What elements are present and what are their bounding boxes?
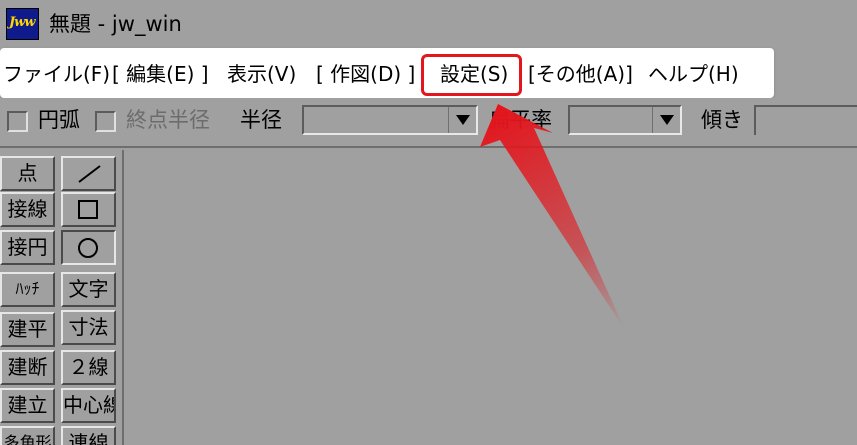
menu-edit[interactable]: [ 編集(E) ] [112, 61, 209, 87]
double-line-tool-button[interactable]: ２線 [61, 350, 116, 385]
center-line-tool-button[interactable]: 中心線 [61, 388, 116, 423]
tangent-circle-tool-button[interactable]: 接円 [0, 230, 55, 265]
dimension-tool-button[interactable]: 寸法 [61, 310, 116, 345]
tilt-label: 傾き [701, 108, 743, 132]
text-tool-button[interactable]: 文字 [61, 272, 116, 307]
circle-tool-button[interactable] [61, 230, 116, 265]
arc-checkbox[interactable] [7, 111, 28, 132]
menu-draw[interactable]: [ 作図(D) ] [316, 61, 415, 87]
drawing-canvas[interactable] [122, 150, 857, 445]
window-title: 無題 - jw_win [49, 12, 182, 36]
flatness-label: 扁平率 [489, 108, 552, 132]
chevron-down-icon [456, 115, 470, 125]
rectangle-tool-icon [78, 200, 98, 219]
building-section-tool-button[interactable]: 建断 [0, 350, 55, 385]
line-tool-button[interactable] [61, 156, 116, 191]
menu-other[interactable]: [その他(A)] [528, 61, 633, 87]
polygon-tool-button[interactable]: 多角形 [0, 426, 55, 445]
chevron-down-icon [660, 115, 674, 125]
tangent-line-tool-button[interactable]: 接線 [0, 192, 55, 227]
flatness-dropdown-button[interactable] [652, 107, 680, 133]
title-bar: Jww 無題 - jw_win [0, 0, 857, 48]
menu-bar: ファイル(F) [ 編集(E) ] 表示(V) [ 作図(D) ] 設定(S) … [0, 48, 774, 98]
menu-view[interactable]: 表示(V) [227, 61, 296, 87]
building-elevation-tool-button[interactable]: 建立 [0, 388, 55, 423]
app-icon[interactable]: Jww [6, 8, 39, 40]
continuous-line-tool-button[interactable]: 連線 [61, 426, 116, 445]
tool-palette: 点 接線 接円 ﾊｯﾁ 建平 建断 建立 多角形 文字 寸法 ２線 中心線 連線 [0, 150, 120, 445]
line-tool-icon [78, 165, 101, 183]
flatness-combo[interactable] [568, 105, 682, 135]
radius-combo[interactable] [302, 105, 478, 135]
radius-label: 半径 [240, 108, 282, 132]
hatch-tool-button[interactable]: ﾊｯﾁ [0, 272, 55, 307]
settings-menu-highlight [421, 54, 522, 96]
end-radius-checkbox-label: 終点半径 [126, 108, 210, 132]
toolbar: 円弧 終点半径 半径 扁平率 傾き [0, 98, 857, 148]
radius-dropdown-button[interactable] [448, 107, 476, 133]
menu-help[interactable]: ヘルプ(H) [648, 61, 739, 87]
arc-checkbox-label: 円弧 [38, 108, 80, 132]
circle-tool-icon [78, 238, 98, 258]
menu-file[interactable]: ファイル(F) [3, 61, 110, 87]
rectangle-tool-button[interactable] [61, 192, 116, 227]
tilt-input[interactable] [754, 105, 857, 135]
point-tool-button[interactable]: 点 [0, 156, 55, 191]
building-plan-tool-button[interactable]: 建平 [0, 312, 55, 347]
end-radius-checkbox[interactable] [95, 111, 116, 132]
app-icon-text: Jww [9, 15, 36, 30]
